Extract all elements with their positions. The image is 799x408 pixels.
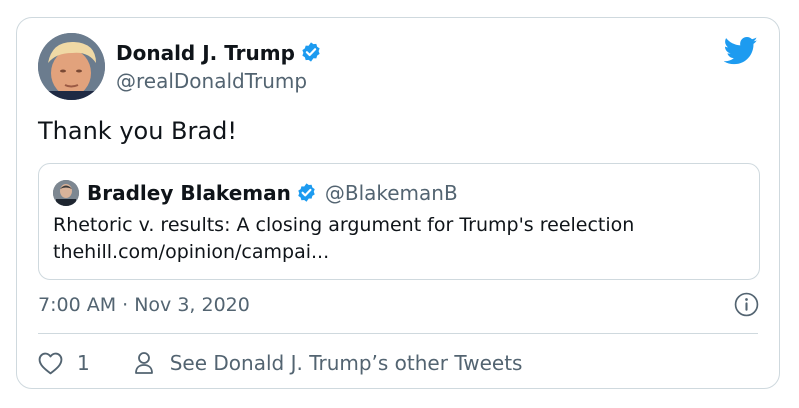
twitter-bird-icon[interactable] — [723, 36, 758, 70]
other-tweets-link[interactable]: See Donald J. Trump’s other Tweets — [134, 351, 523, 375]
heart-icon — [38, 352, 63, 375]
quoted-text-line: Rhetoric v. results: A closing argument … — [53, 214, 635, 236]
quoted-link[interactable]: thehill.com/opinion/campai... — [53, 239, 634, 266]
tweet-text: Thank you Brad! — [38, 117, 237, 145]
quoted-author-handle[interactable]: @BlakemanB — [325, 181, 458, 205]
person-icon — [134, 351, 154, 375]
info-icon[interactable] — [734, 292, 759, 321]
quoted-author-name[interactable]: Bradley Blakeman — [87, 181, 291, 205]
quoted-author-avatar[interactable] — [53, 180, 79, 206]
verified-badge-icon — [300, 41, 322, 69]
author-handle[interactable]: @realDonaldTrump — [116, 68, 307, 94]
like-count: 1 — [77, 351, 90, 375]
divider — [38, 333, 758, 334]
verified-badge-icon — [296, 182, 317, 212]
action-bar: 1 See Donald J. Trump’s other Tweets — [38, 348, 522, 378]
author-avatar[interactable] — [38, 33, 105, 100]
tweet-timestamp[interactable]: 7:00 AM · Nov 3, 2020 — [38, 292, 250, 318]
quoted-tweet[interactable]: Bradley Blakeman @BlakemanB Rhetoric v. r… — [38, 163, 760, 280]
other-tweets-label: See Donald J. Trump’s other Tweets — [169, 351, 523, 375]
like-button[interactable]: 1 — [38, 351, 90, 375]
quoted-tweet-text: Rhetoric v. results: A closing argument … — [53, 212, 634, 266]
tweet-card[interactable]: Donald J. Trump @realDonaldTrump Thank y… — [16, 17, 780, 389]
author-name[interactable]: Donald J. Trump — [116, 40, 322, 69]
